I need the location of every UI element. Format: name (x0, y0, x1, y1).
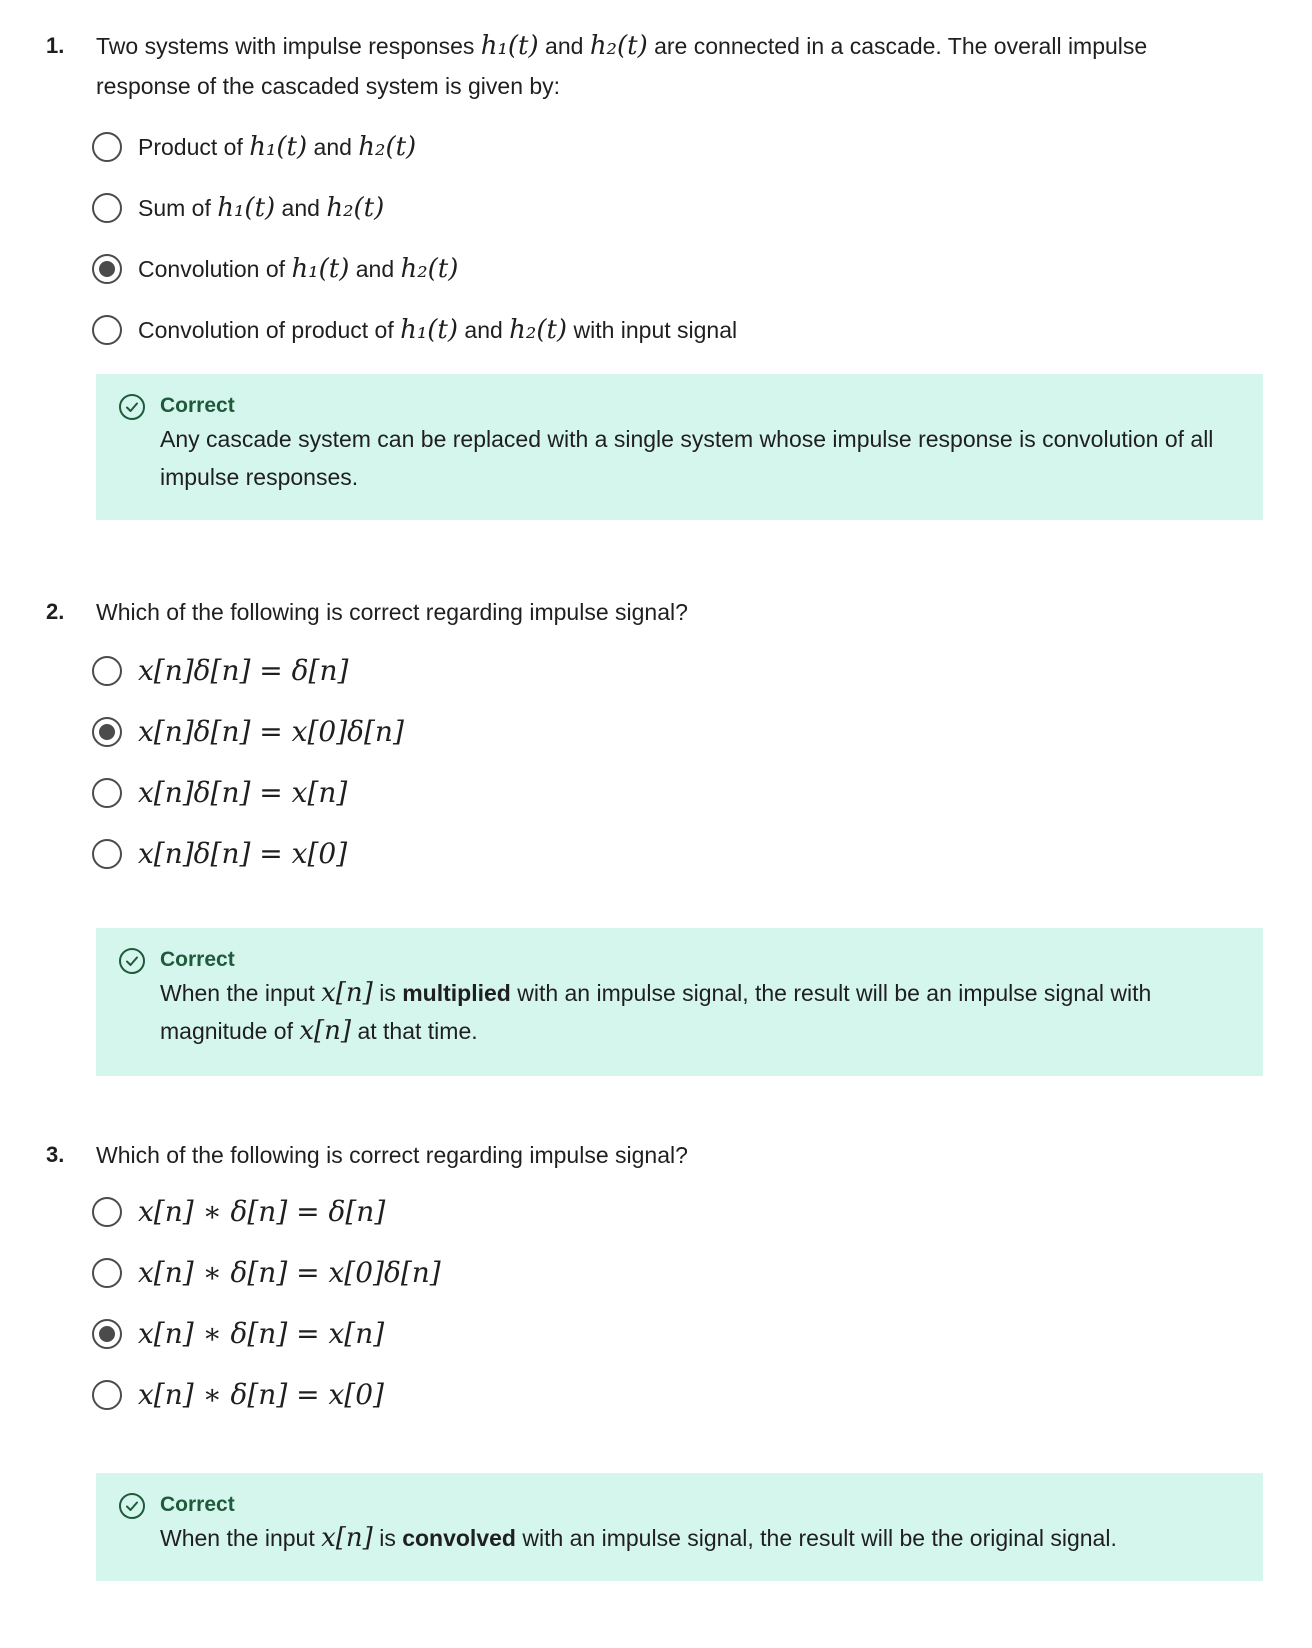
radio-icon[interactable] (92, 1379, 122, 1410)
option-text: Convolution of (138, 255, 292, 282)
math-xn: x[n] (321, 978, 373, 1008)
option-text: Convolution of product of (138, 316, 401, 343)
option-4[interactable]: x[n]δ[n] = x[0] (92, 823, 404, 884)
question-text-part: and (538, 33, 590, 59)
feedback-box: Correct When the input x[n] is convolved… (96, 1473, 1263, 1581)
option-text: and (307, 133, 359, 160)
math-h1: h₁(t) (480, 31, 539, 61)
radio-icon[interactable] (92, 716, 122, 747)
option-label: Convolution of product of h₁(t) and h₂(t… (138, 315, 737, 345)
question-text: Which of the following is correct regard… (96, 1142, 688, 1168)
radio-icon[interactable] (92, 1196, 122, 1227)
radio-icon[interactable] (92, 131, 122, 162)
math-h2: h₂(t) (509, 314, 568, 345)
math-h1: h₁(t) (400, 314, 459, 345)
question-number: 3. (46, 1142, 65, 1167)
radio-icon[interactable] (92, 1257, 122, 1288)
options-list: Product of h₁(t) and h₂(t) Sum of h₁(t) … (92, 116, 737, 360)
option-2[interactable]: x[n] ∗ δ[n] = x[0]δ[n] (92, 1242, 441, 1303)
option-1[interactable]: x[n]δ[n] = δ[n] (92, 640, 404, 701)
question-number: 2. (46, 599, 65, 624)
math-h2: h₂(t) (400, 253, 459, 284)
feedback-text-part: at that time. (351, 1018, 478, 1044)
question-number: 1. (46, 33, 65, 58)
math-h1: h₁(t) (249, 131, 308, 162)
math-h2: h₂(t) (589, 31, 648, 61)
feedback-box: Correct Any cascade system can be replac… (96, 374, 1263, 520)
option-2[interactable]: Sum of h₁(t) and h₂(t) (92, 177, 737, 238)
feedback-title: Correct (160, 394, 235, 417)
feedback-text: Any cascade system can be replaced with … (160, 426, 1214, 490)
check-circle-icon (119, 1493, 145, 1519)
option-label: x[n]δ[n] = x[n] (138, 776, 348, 809)
option-3[interactable]: x[n]δ[n] = x[n] (92, 762, 404, 823)
radio-icon[interactable] (92, 1318, 122, 1349)
question-text-part: Two systems with impulse responses (96, 33, 481, 59)
check-circle-icon (119, 394, 145, 420)
feedback-text: When the input x[n] is multiplied with a… (160, 974, 1223, 1050)
option-3[interactable]: x[n] ∗ δ[n] = x[n] (92, 1303, 441, 1364)
radio-dot (99, 723, 115, 740)
radio-icon[interactable] (92, 655, 122, 686)
option-text: Sum of (138, 194, 218, 221)
option-label: x[n] ∗ δ[n] = x[0] (138, 1378, 384, 1411)
option-text: Product of (138, 133, 250, 160)
feedback-text-part: is (372, 1525, 403, 1551)
option-2[interactable]: x[n]δ[n] = x[0]δ[n] (92, 701, 404, 762)
option-text: with input signal (567, 316, 738, 343)
options-list: x[n]δ[n] = δ[n] x[n]δ[n] = x[0]δ[n] x[n]… (92, 640, 404, 884)
radio-icon[interactable] (92, 192, 122, 223)
feedback-box: Correct When the input x[n] is multiplie… (96, 928, 1263, 1076)
feedback-text-part: When the input (160, 980, 322, 1006)
feedback-bold: convolved (402, 1525, 516, 1551)
option-3[interactable]: Convolution of h₁(t) and h₂(t) (92, 238, 737, 299)
option-label: Sum of h₁(t) and h₂(t) (138, 193, 384, 223)
option-label: x[n] ∗ δ[n] = x[n] (138, 1317, 385, 1350)
radio-icon[interactable] (92, 838, 122, 869)
radio-dot (99, 1325, 115, 1342)
question-text: Two systems with impulse responses h₁(t)… (96, 26, 1246, 106)
math-h2: h₂(t) (326, 192, 385, 223)
feedback-title: Correct (160, 1493, 235, 1516)
radio-icon[interactable] (92, 253, 122, 284)
math-xn: x[n] (321, 1523, 373, 1553)
option-label: x[n]δ[n] = x[0] (138, 837, 348, 870)
math-xn: x[n] (299, 1016, 352, 1046)
math-h1: h₁(t) (217, 192, 276, 223)
options-list: x[n] ∗ δ[n] = δ[n] x[n] ∗ δ[n] = x[0]δ[n… (92, 1181, 441, 1425)
math-h1: h₁(t) (291, 253, 350, 284)
option-text: and (275, 194, 327, 221)
option-1[interactable]: Product of h₁(t) and h₂(t) (92, 116, 737, 177)
radio-icon[interactable] (92, 777, 122, 808)
option-1[interactable]: x[n] ∗ δ[n] = δ[n] (92, 1181, 441, 1242)
feedback-title: Correct (160, 948, 235, 971)
math-h2: h₂(t) (358, 131, 417, 162)
check-circle-icon (119, 948, 145, 974)
option-label: x[n]δ[n] = δ[n] (138, 654, 349, 687)
option-label: Convolution of h₁(t) and h₂(t) (138, 254, 458, 284)
option-label: x[n]δ[n] = x[0]δ[n] (138, 715, 404, 748)
option-label: x[n] ∗ δ[n] = x[0]δ[n] (138, 1256, 441, 1289)
option-label: Product of h₁(t) and h₂(t) (138, 132, 416, 162)
radio-icon[interactable] (92, 314, 122, 345)
option-text: and (349, 255, 401, 282)
option-text: and (458, 316, 510, 343)
feedback-text: When the input x[n] is convolved with an… (160, 1519, 1223, 1557)
feedback-bold: multiplied (402, 980, 511, 1006)
feedback-text-part: is (372, 980, 403, 1006)
option-4[interactable]: Convolution of product of h₁(t) and h₂(t… (92, 299, 737, 360)
option-4[interactable]: x[n] ∗ δ[n] = x[0] (92, 1364, 441, 1425)
question-text: Which of the following is correct regard… (96, 599, 688, 625)
option-label: x[n] ∗ δ[n] = δ[n] (138, 1195, 386, 1228)
feedback-text-part: with an impulse signal, the result will … (515, 1525, 1117, 1551)
feedback-text-part: When the input (160, 1525, 322, 1551)
radio-dot (99, 260, 115, 277)
